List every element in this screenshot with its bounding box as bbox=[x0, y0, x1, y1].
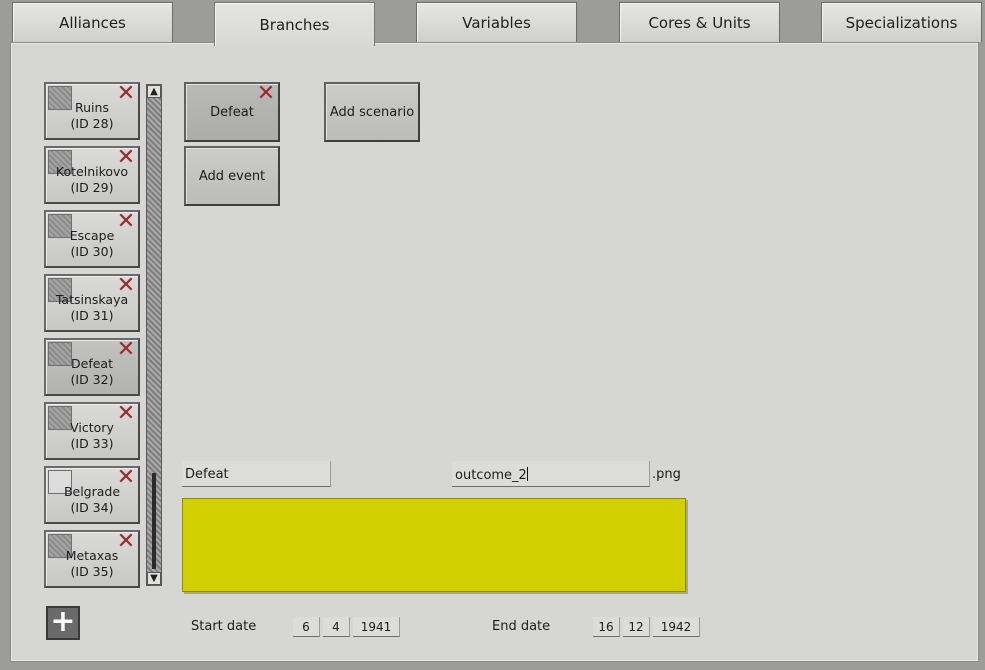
branch-item[interactable]: ✕ Tatsinskaya (ID 31) bbox=[44, 274, 140, 332]
event-name-value: Defeat bbox=[185, 467, 229, 482]
tab-variables[interactable]: Variables bbox=[416, 2, 577, 42]
add-scenario-label: Add scenario bbox=[329, 104, 415, 120]
branch-item[interactable]: ✕ Kotelnikovo (ID 29) bbox=[44, 146, 140, 204]
branch-item[interactable]: ✕ Belgrade (ID 34) bbox=[44, 466, 140, 524]
branch-name: Kotelnikovo bbox=[55, 164, 129, 179]
branch-item[interactable]: ✕ Victory (ID 33) bbox=[44, 402, 140, 460]
arrow-up-icon[interactable]: ▲ bbox=[147, 85, 161, 98]
branch-name: Victory bbox=[70, 420, 114, 435]
start-month-field[interactable]: 4 bbox=[323, 617, 350, 637]
branch-item[interactable]: ✕ Escape (ID 30) bbox=[44, 210, 140, 268]
add-scenario-button[interactable]: Add scenario bbox=[324, 82, 420, 142]
tab-specializations[interactable]: Specializations bbox=[821, 2, 982, 42]
end-month-field[interactable]: 12 bbox=[623, 617, 650, 637]
branch-name: Belgrade bbox=[63, 484, 121, 499]
branch-name: Tatsinskaya bbox=[55, 292, 129, 307]
close-x-icon[interactable]: ✕ bbox=[256, 83, 276, 105]
branch-item-selected[interactable]: ✕ Defeat (ID 32) bbox=[44, 338, 140, 396]
add-event-label: Add event bbox=[198, 168, 266, 184]
branch-name: Escape bbox=[69, 228, 115, 243]
branch-item[interactable]: ✕ Metaxas (ID 35) bbox=[44, 530, 140, 588]
add-event-button[interactable]: Add event bbox=[184, 146, 280, 206]
tab-branches[interactable]: Branches bbox=[214, 2, 375, 46]
branch-id: (ID 34) bbox=[70, 500, 114, 515]
branch-id: (ID 32) bbox=[70, 372, 114, 387]
tab-alliances[interactable]: Alliances bbox=[12, 2, 173, 42]
branch-name: Defeat bbox=[71, 356, 113, 371]
event-name-input[interactable]: Defeat bbox=[182, 461, 331, 487]
start-year-field[interactable]: 1941 bbox=[353, 617, 400, 637]
end-year-field[interactable]: 1942 bbox=[653, 617, 700, 637]
branch-id: (ID 33) bbox=[70, 436, 114, 451]
start-date-label: Start date bbox=[191, 619, 257, 634]
branch-id: (ID 30) bbox=[70, 244, 114, 259]
image-extension: .png bbox=[652, 467, 681, 482]
branch-name: Ruins bbox=[75, 100, 109, 115]
end-day-field[interactable]: 16 bbox=[593, 617, 620, 637]
start-day-field[interactable]: 6 bbox=[293, 617, 320, 637]
branch-id: (ID 28) bbox=[70, 116, 114, 131]
event-color-swatch[interactable] bbox=[182, 498, 686, 592]
tab-cores-units[interactable]: Cores & Units bbox=[619, 2, 780, 42]
branch-id: (ID 31) bbox=[70, 308, 114, 323]
branch-list-scrollbar[interactable]: ▲ ▼ bbox=[146, 84, 162, 586]
image-name-input[interactable]: outcome_2 bbox=[452, 461, 650, 487]
event-label: Defeat bbox=[210, 104, 254, 120]
branch-id: (ID 35) bbox=[70, 564, 114, 579]
scrollbar-thumb[interactable] bbox=[152, 473, 156, 569]
branch-id: (ID 29) bbox=[70, 180, 114, 195]
event-defeat-button[interactable]: Defeat ✕ bbox=[184, 82, 280, 142]
image-name-value: outcome_2 bbox=[455, 468, 527, 483]
branch-item[interactable]: ✕ Ruins (ID 28) bbox=[44, 82, 140, 140]
arrow-down-icon[interactable]: ▼ bbox=[147, 572, 161, 585]
end-date-label: End date bbox=[492, 619, 551, 634]
branch-name: Metaxas bbox=[65, 548, 119, 563]
tab-bar: Alliances Branches Variables Cores & Uni… bbox=[0, 0, 985, 46]
plus-icon[interactable]: + bbox=[46, 606, 80, 640]
text-caret bbox=[526, 467, 528, 481]
